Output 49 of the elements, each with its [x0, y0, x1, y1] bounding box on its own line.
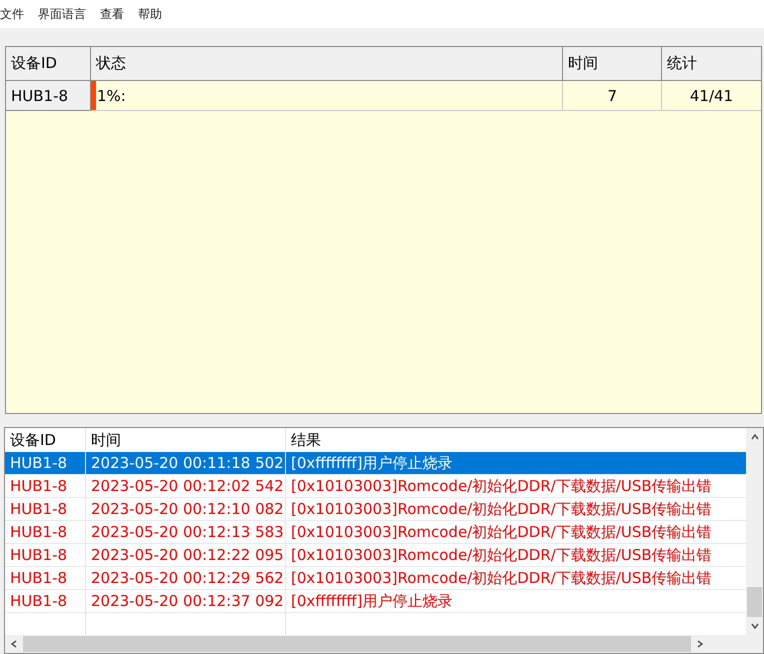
table-cell: HUB1-8 [5, 567, 86, 590]
table-cell: 2023-05-20 00:12:22 095 [86, 544, 286, 567]
table-cell: HUB1-8 [5, 498, 86, 521]
row-header: HUB1-8 [6, 81, 91, 111]
column-header[interactable]: 设备ID [6, 47, 91, 81]
table-cell: HUB1-8 [5, 590, 86, 613]
scroll-thumb[interactable] [747, 587, 762, 617]
menu-item[interactable]: 查看 [93, 6, 131, 22]
menu-item[interactable]: 界面语言 [31, 6, 93, 22]
table-cell: 2023-05-20 00:12:02 542 [86, 475, 286, 498]
column-header[interactable]: 结果 [286, 428, 746, 452]
table-cell: [0x10103003]Romcode/初始化DDR/下载数据/USB传输出错 [286, 567, 746, 590]
table-cell: [0xffffffff]用户停止烧录 [286, 590, 746, 613]
table-cell: [0x10103003]Romcode/初始化DDR/下载数据/USB传输出错 [286, 475, 746, 498]
table-cell: HUB1-8 [5, 452, 86, 475]
horizontal-scrollbar[interactable] [5, 635, 763, 653]
column-header[interactable]: 时间 [563, 47, 662, 81]
table-cell: HUB1-8 [5, 475, 86, 498]
table-cell: 2023-05-20 00:11:18 502 [86, 452, 286, 475]
scroll-thumb[interactable] [23, 636, 691, 652]
table-cell: 2023-05-20 00:12:37 092 [86, 590, 286, 613]
log-row[interactable]: HUB1-8 2023-05-20 00:11:18 502 [0xffffffff]用户停止烧录 [5, 452, 746, 475]
table-cell: [0x10103003]Romcode/初始化DDR/下载数据/USB传输出错 [286, 498, 746, 521]
table-cell: 41/41 [662, 81, 761, 111]
menu-item[interactable]: 文件 [0, 6, 31, 22]
table-cell: HUB1-8 [5, 544, 86, 567]
table-cell: 2023-05-20 00:12:13 583 [86, 521, 286, 544]
table-cell: 7 [563, 81, 662, 111]
scroll-down-icon[interactable] [750, 621, 760, 631]
table-cell: 2023-05-20 00:12:10 082 [86, 498, 286, 521]
column-header[interactable]: 状态 [91, 47, 563, 81]
table-cell: [0xffffffff]用户停止烧录 [286, 452, 746, 475]
log-row[interactable]: HUB1-8 2023-05-20 00:12:02 542 [0x10103003]Romcode/初始化DDR/下载数据/USB传输出错 [5, 475, 746, 498]
vertical-scrollbar[interactable] [746, 428, 763, 635]
scroll-left-icon[interactable] [9, 639, 19, 649]
progress-text: 1%: [96, 86, 126, 104]
table-cell: [0x10103003]Romcode/初始化DDR/下载数据/USB传输出错 [286, 544, 746, 567]
menu-item[interactable]: 帮助 [131, 6, 169, 22]
column-header[interactable]: 统计 [662, 47, 761, 81]
log-row[interactable]: HUB1-8 2023-05-20 00:12:37 092 [0xffffffff]用户停止烧录 [5, 590, 746, 613]
table-cell: HUB1-8 [5, 521, 86, 544]
log-row[interactable]: HUB1-8 2023-05-20 00:12:29 562 [0x10103003]Romcode/初始化DDR/下载数据/USB传输出错 [5, 567, 746, 590]
log-row[interactable]: HUB1-8 2023-05-20 00:12:13 583 [0x10103003]Romcode/初始化DDR/下载数据/USB传输出错 [5, 521, 746, 544]
scroll-up-icon[interactable] [750, 432, 760, 442]
table-cell: 2023-05-20 00:12:29 562 [86, 567, 286, 590]
log-row[interactable]: HUB1-8 2023-05-20 00:12:22 095 [0x10103003]Romcode/初始化DDR/下载数据/USB传输出错 [5, 544, 746, 567]
table-cell: [0x10103003]Romcode/初始化DDR/下载数据/USB传输出错 [286, 521, 746, 544]
log-row[interactable]: HUB1-8 2023-05-20 00:12:10 082 [0x10103003]Romcode/初始化DDR/下载数据/USB传输出错 [5, 498, 746, 521]
scroll-right-icon[interactable] [695, 639, 705, 649]
